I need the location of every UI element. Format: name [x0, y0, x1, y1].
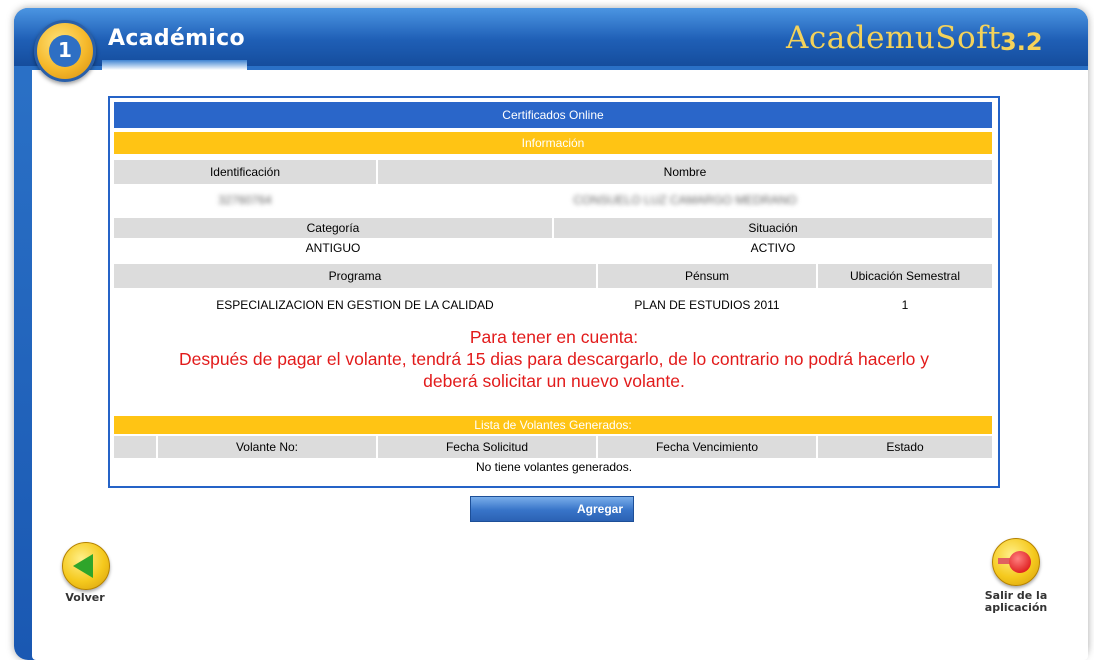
- exit-label[interactable]: Salir de la aplicación: [978, 590, 1054, 614]
- back-label[interactable]: Volver: [52, 592, 118, 604]
- exit-icon: [1009, 551, 1031, 573]
- column-blank: [114, 436, 158, 458]
- certificates-panel: Certificados Online Información Identifi…: [108, 96, 1000, 488]
- nombre-value: CONSUELO LUZ CAMARGO MEDRANO: [573, 193, 797, 207]
- identificacion-value: 32760764: [218, 193, 272, 207]
- back-button[interactable]: [62, 542, 110, 590]
- situacion-value: ACTIVO: [750, 241, 796, 255]
- situacion-label: Situación: [554, 218, 992, 238]
- back-arrow-icon: [73, 554, 93, 578]
- exit-label-line-2: aplicación: [984, 601, 1048, 614]
- column-header: Volante No:: [158, 436, 378, 458]
- ubicacion-value: 1: [901, 298, 909, 312]
- programa-value: ESPECIALIZACION EN GESTION DE LA CALIDAD: [114, 294, 598, 316]
- list-table-header: Volante No: Fecha Solicitud Fecha Vencim…: [114, 436, 992, 458]
- list-section-header: Lista de Volantes Generados:: [114, 416, 992, 434]
- categoria-value: ANTIGUO: [114, 238, 554, 258]
- nombre-label: Nombre: [378, 160, 992, 184]
- info-section-header: Información: [114, 132, 992, 154]
- programa-label: Programa: [114, 264, 598, 288]
- add-button[interactable]: Agregar: [470, 496, 634, 522]
- app-title: Académico: [108, 26, 245, 51]
- pensum-value: PLAN DE ESTUDIOS 2011: [598, 294, 818, 316]
- app-logo-digit: 1: [58, 38, 72, 62]
- column-header: Fecha Vencimiento: [598, 436, 818, 458]
- brand-version: 3.2: [1000, 28, 1043, 56]
- notice-line-2: Después de pagar el volante, tendrá 15 d…: [178, 349, 930, 369]
- header-accent: [102, 60, 247, 70]
- notice-text: Para tener en cuenta: Después de pagar e…: [110, 326, 998, 392]
- app-logo-icon: 1: [34, 20, 96, 82]
- panel-title: Certificados Online: [114, 102, 992, 128]
- column-header: Estado: [818, 436, 992, 458]
- brand-logo: AcademuSoft: [786, 20, 1002, 56]
- identificacion-label: Identificación: [114, 160, 378, 184]
- notice-line-3: deberá solicitar un nuevo volante.: [423, 371, 685, 391]
- exit-button[interactable]: [992, 538, 1040, 586]
- pensum-label: Pénsum: [598, 264, 818, 288]
- categoria-label: Categoría: [114, 218, 554, 238]
- empty-list-message: No tiene volantes generados.: [475, 460, 633, 474]
- column-header: Fecha Solicitud: [378, 436, 598, 458]
- notice-title: Para tener en cuenta:: [469, 327, 639, 347]
- ubicacion-label: Ubicación Semestral: [818, 264, 992, 288]
